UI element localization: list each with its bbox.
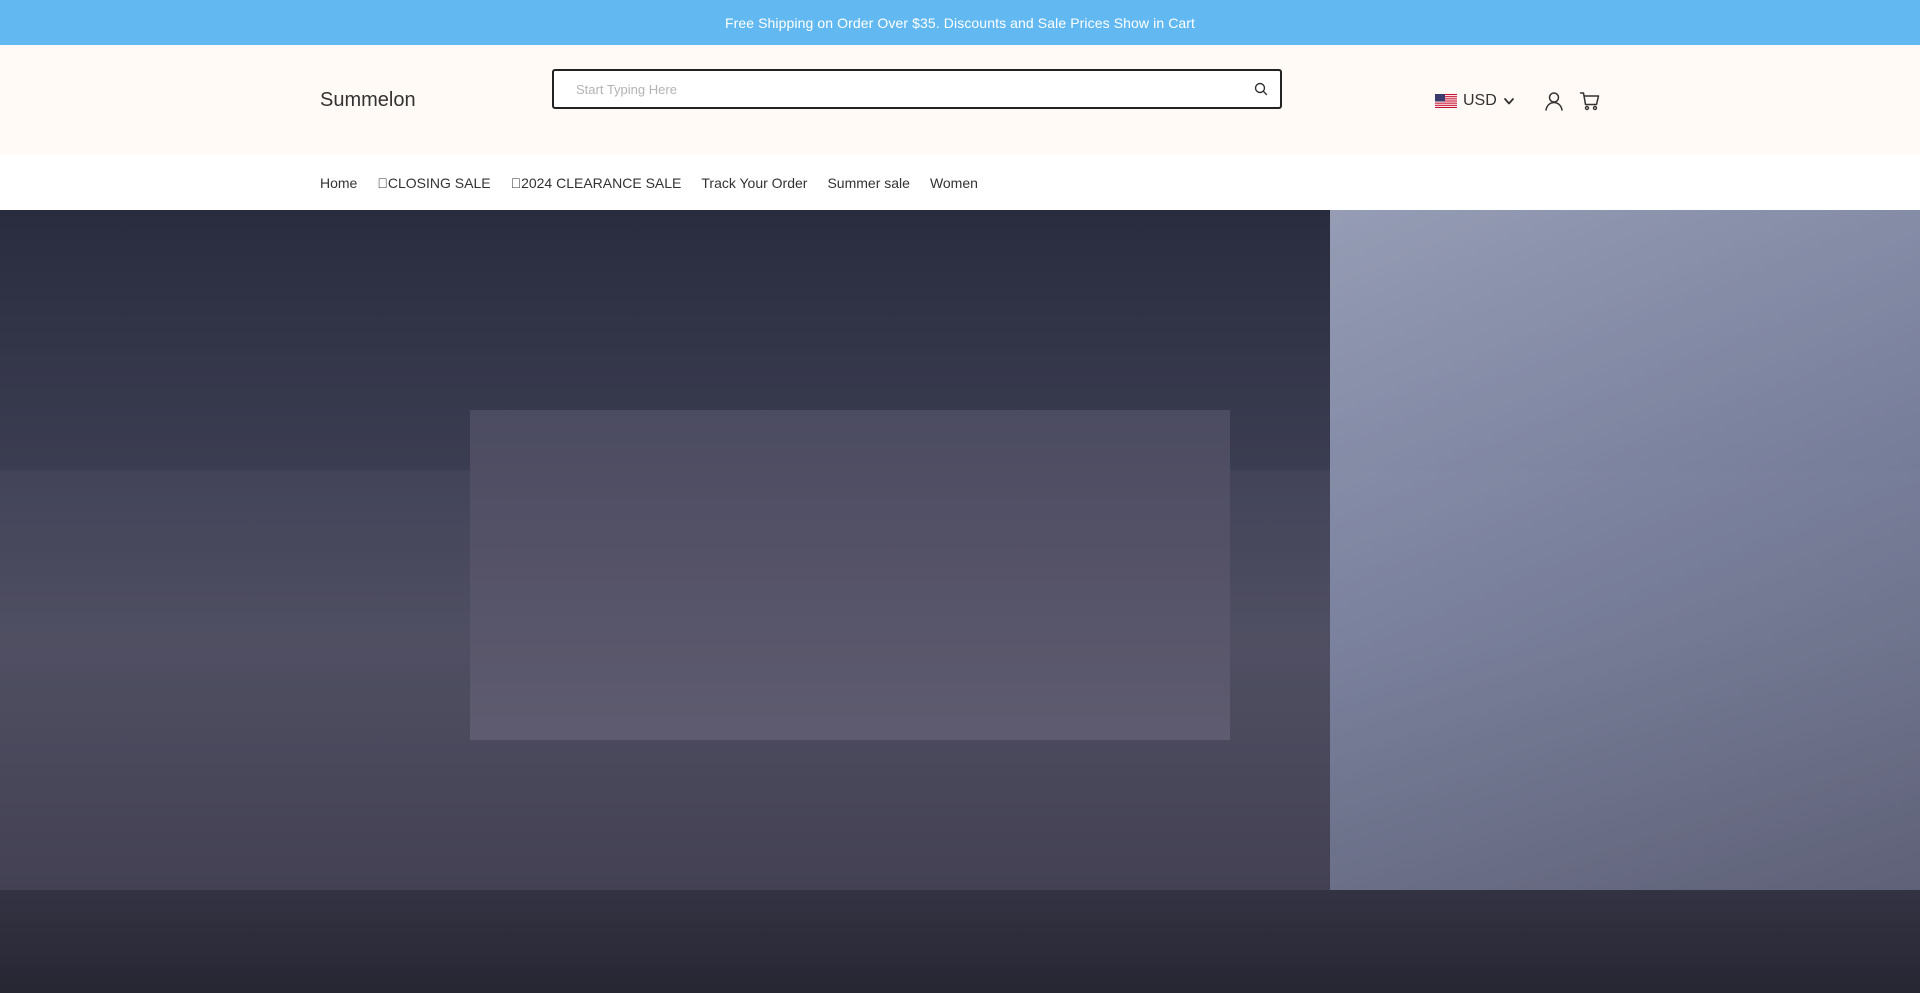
nav-item-home[interactable]: Home: [320, 175, 357, 191]
nav-item-women[interactable]: Women: [930, 175, 978, 191]
us-flag-icon: [1435, 94, 1457, 108]
currency-code: USD: [1463, 92, 1497, 109]
search-box: [552, 69, 1282, 109]
hero-image-overlay: [0, 210, 1920, 993]
chevron-down-icon: [1503, 98, 1514, 105]
cart-icon[interactable]: [1579, 90, 1601, 112]
site-logo[interactable]: Summelon: [320, 89, 416, 112]
search-input[interactable]: [554, 71, 1242, 107]
header-actions: USD: [1435, 86, 1601, 116]
announcement-bar: Free Shipping on Order Over $35. Discoun…: [0, 0, 1920, 45]
currency-selector[interactable]: USD: [1435, 92, 1515, 110]
nav-item-closing-sale[interactable]: 􀀀CLOSING SALE: [377, 175, 490, 191]
main-nav: Home 􀀀CLOSING SALE 􀀀2024 CLEARANCE SALE …: [0, 155, 1920, 210]
nav-item-summer-sale[interactable]: Summer sale: [827, 175, 909, 191]
hero-banner[interactable]: [0, 210, 1920, 993]
user-icon[interactable]: [1543, 90, 1565, 112]
search-icon[interactable]: [1242, 71, 1280, 107]
site-header: Summelon USD: [0, 45, 1920, 155]
nav-item-track-order[interactable]: Track Your Order: [701, 175, 807, 191]
announcement-text: Free Shipping on Order Over $35. Discoun…: [724, 14, 1196, 31]
nav-item-clearance-sale[interactable]: 􀀀2024 CLEARANCE SALE: [511, 175, 682, 191]
